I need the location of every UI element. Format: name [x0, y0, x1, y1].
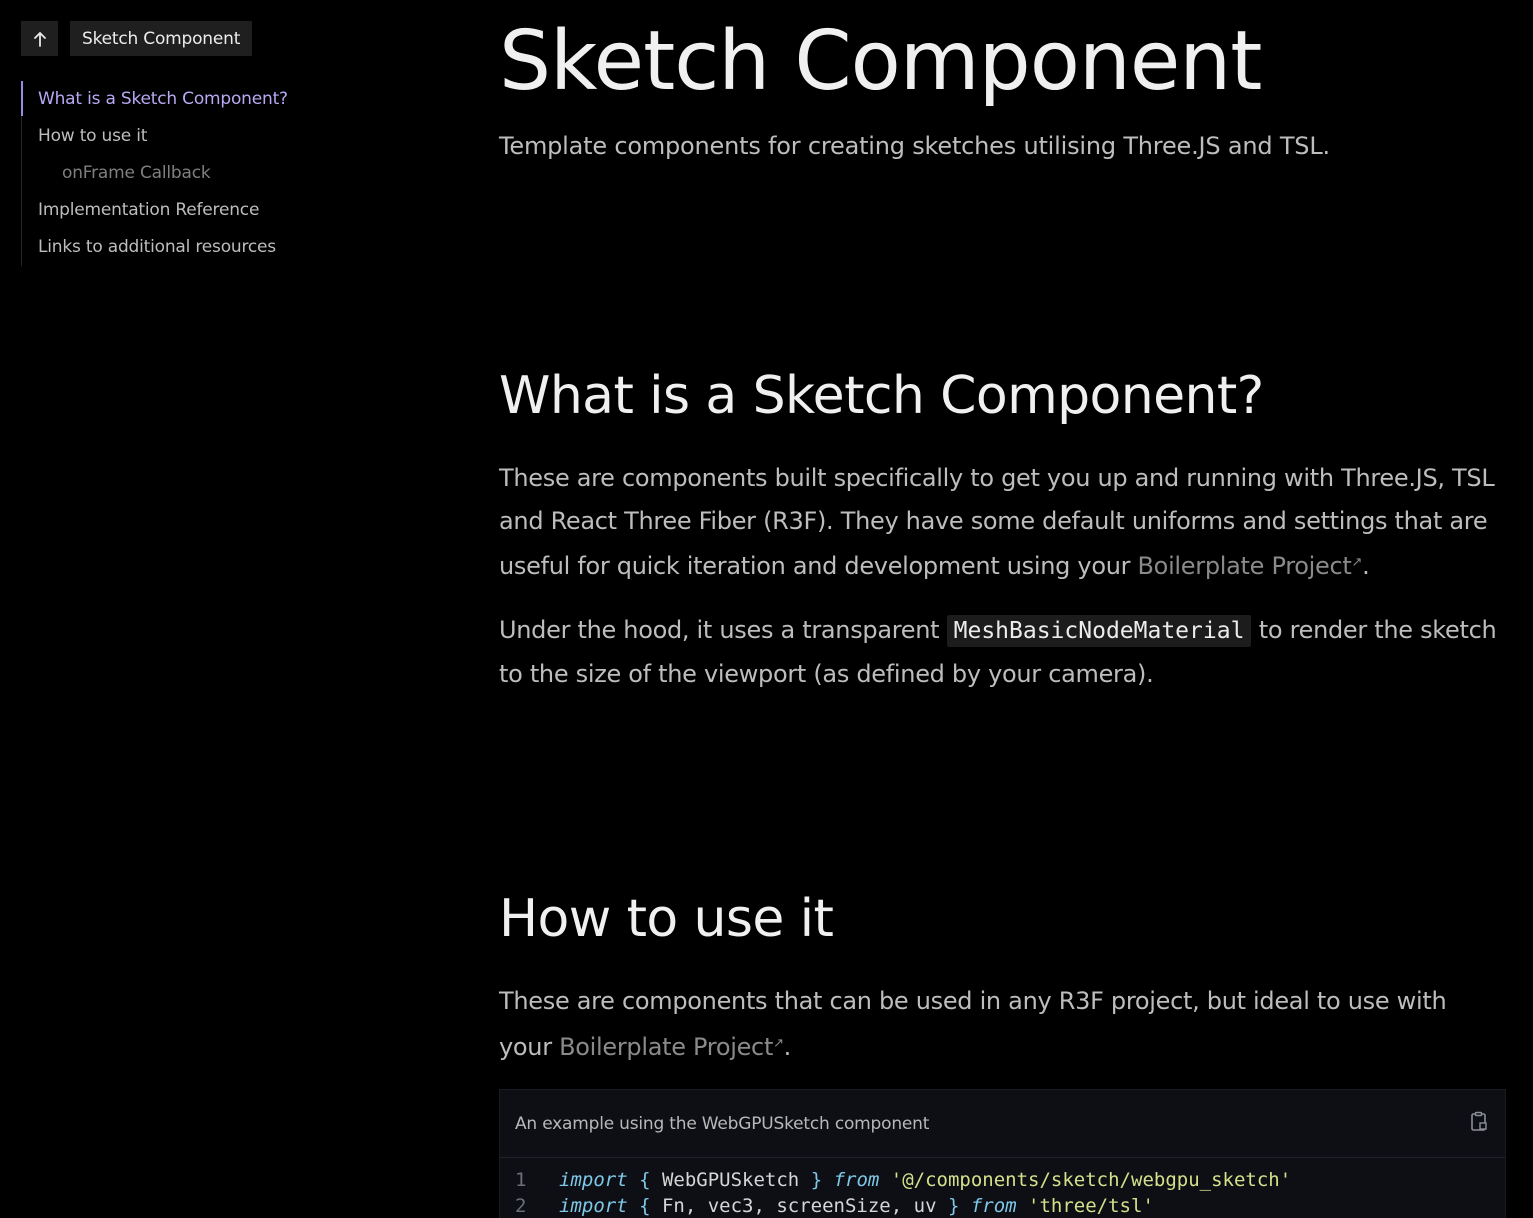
code-keyword: import	[559, 1169, 628, 1191]
paragraph-end: .	[783, 1032, 792, 1061]
heading-what-is: What is a Sketch Component?	[499, 366, 1264, 426]
boilerplate-project-link[interactable]: Boilerplate Project↗	[1138, 552, 1363, 580]
arrow-up-icon	[33, 31, 47, 47]
code-punct: {	[627, 1169, 662, 1191]
link-text: Boilerplate Project	[559, 1032, 774, 1061]
current-page-pill[interactable]: Sketch Component	[70, 21, 253, 56]
paragraph-what-is-2: Under the hood, it uses a transparent Me…	[499, 609, 1504, 695]
code-line: 1 import { WebGPUSketch } from '@/compon…	[500, 1167, 1505, 1193]
docs-page: Sketch Component What is a Sketch Compon…	[0, 0, 1533, 1218]
code-line: 2 import { Fn, vec3, screenSize, uv } fr…	[500, 1193, 1505, 1218]
code-string: '@/components/sketch/webgpu_sketch'	[879, 1169, 1292, 1191]
toc-item-additional-resources[interactable]: Links to additional resources	[22, 229, 332, 266]
code-punct: }	[799, 1169, 834, 1191]
code-punct: {	[627, 1195, 662, 1217]
copy-icon	[1469, 1111, 1489, 1137]
toc-item-implementation-reference[interactable]: Implementation Reference	[22, 192, 332, 229]
paragraph-text: Under the hood, it uses a transparent	[499, 616, 947, 644]
heading-how-to-use: How to use it	[499, 889, 834, 949]
inline-code: MeshBasicNodeMaterial	[946, 615, 1252, 647]
code-keyword: from	[970, 1195, 1017, 1217]
code-punct: }	[936, 1195, 971, 1217]
sidebar: Sketch Component What is a Sketch Compon…	[21, 21, 351, 282]
code-block-header: An example using the WebGPUSketch compon…	[500, 1090, 1505, 1158]
code-identifiers: WebGPUSketch	[661, 1169, 800, 1191]
code-lines: 1 import { WebGPUSketch } from '@/compon…	[500, 1158, 1505, 1218]
code-keyword: from	[833, 1169, 880, 1191]
paragraph-what-is-1: These are components built specifically …	[499, 457, 1504, 588]
copy-code-button[interactable]	[1468, 1111, 1490, 1137]
boilerplate-project-link[interactable]: Boilerplate Project↗	[559, 1033, 784, 1061]
page-title: Sketch Component	[499, 14, 1262, 109]
line-number: 1	[515, 1169, 527, 1191]
toc-item-onframe-callback[interactable]: onFrame Callback	[22, 155, 332, 192]
table-of-contents: What is a Sketch Component? How to use i…	[21, 81, 332, 266]
breadcrumb: Sketch Component	[21, 21, 351, 56]
code-caption: An example using the WebGPUSketch compon…	[515, 1113, 930, 1134]
code-string: 'three/tsl'	[1016, 1195, 1154, 1217]
toc-item-how-to-use[interactable]: How to use it	[22, 118, 332, 155]
line-number: 2	[515, 1195, 527, 1217]
code-identifiers: Fn, vec3, screenSize, uv	[661, 1195, 937, 1217]
code-block: An example using the WebGPUSketch compon…	[499, 1089, 1506, 1218]
code-keyword: import	[559, 1195, 628, 1217]
external-link-icon: ↗	[773, 1035, 784, 1051]
paragraph-end: .	[1362, 552, 1370, 580]
scroll-top-button[interactable]	[21, 21, 58, 56]
page-subtitle: Template components for creating sketche…	[499, 132, 1330, 160]
toc-item-what-is[interactable]: What is a Sketch Component?	[21, 81, 332, 118]
link-text: Boilerplate Project	[1137, 552, 1352, 580]
paragraph-how-to-use: These are components that can be used in…	[499, 980, 1504, 1068]
external-link-icon: ↗	[1351, 555, 1363, 570]
